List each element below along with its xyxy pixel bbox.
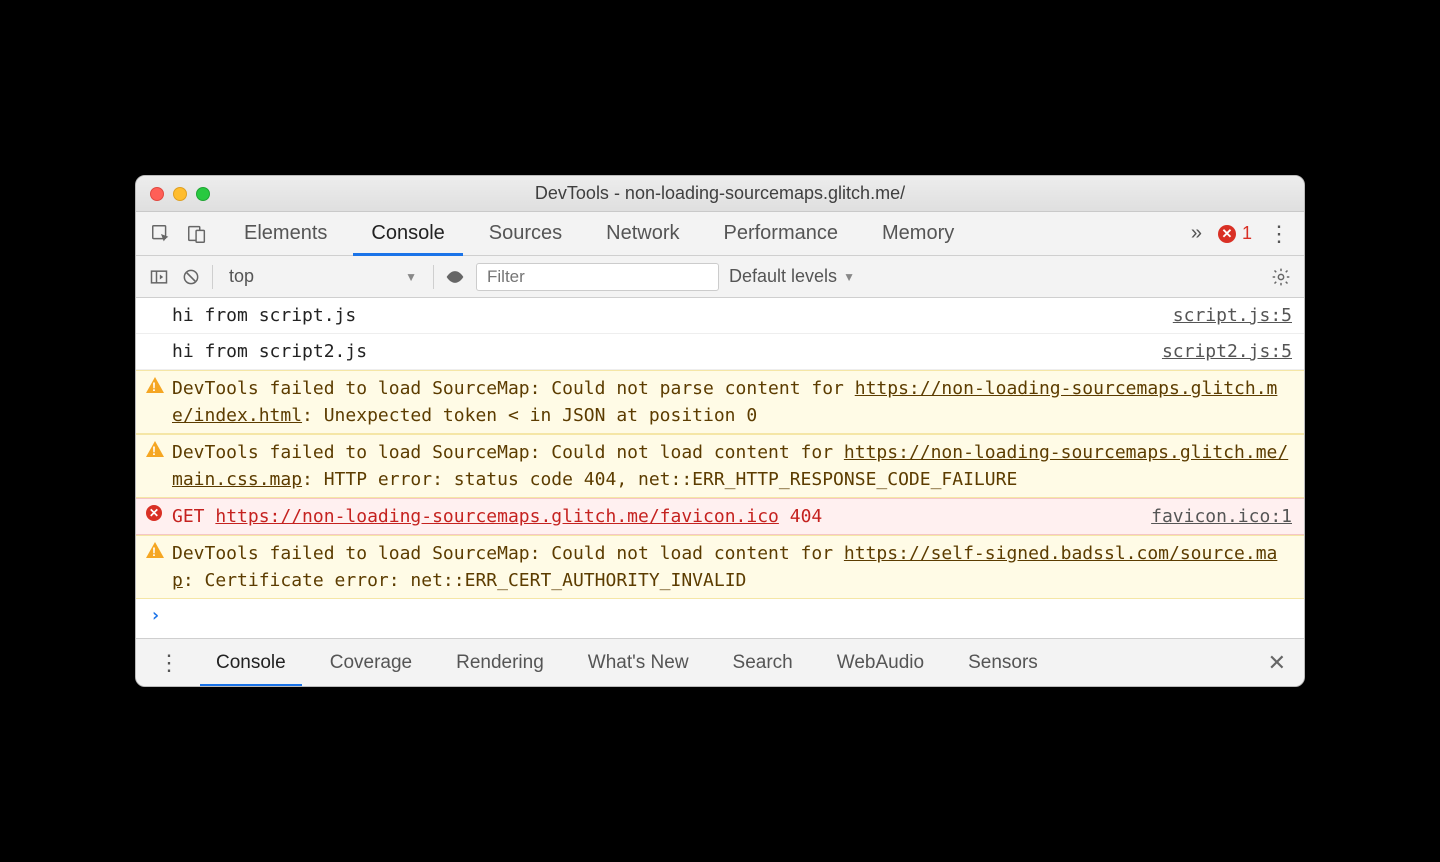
message-text: DevTools failed to load SourceMap: Could… xyxy=(172,540,1292,594)
warning-icon xyxy=(146,542,164,560)
message-text: DevTools failed to load SourceMap: Could… xyxy=(172,375,1292,429)
drawer-tab-bar: ⋮ ConsoleCoverageRenderingWhat's NewSear… xyxy=(136,638,1304,686)
filter-input[interactable] xyxy=(476,263,719,291)
close-window-button[interactable] xyxy=(150,187,164,201)
main-tab-bar: ElementsConsoleSourcesNetworkPerformance… xyxy=(136,212,1304,256)
status-code: 404 xyxy=(779,506,822,527)
chevron-down-icon: ▼ xyxy=(405,270,417,284)
tab-sources[interactable]: Sources xyxy=(467,212,584,255)
console-log-row: hi from script2.jsscript2.js:5 xyxy=(136,334,1304,370)
inspect-element-icon[interactable] xyxy=(150,223,172,245)
warning-icon xyxy=(146,377,164,395)
tab-performance[interactable]: Performance xyxy=(702,212,861,255)
message-text: DevTools failed to load SourceMap: Could… xyxy=(172,439,1292,493)
message-link[interactable]: https://non-loading-sourcemaps.glitch.me… xyxy=(172,378,1277,426)
live-expression-icon[interactable] xyxy=(444,266,466,288)
window-title: DevTools - non-loading-sourcemaps.glitch… xyxy=(136,183,1304,204)
drawer-tab-search[interactable]: Search xyxy=(711,639,815,686)
execution-context-select[interactable]: top ▼ xyxy=(223,266,423,287)
drawer-tab-console[interactable]: Console xyxy=(194,639,308,686)
console-err-row: ✕ GET https://non-loading-sourcemaps.glit… xyxy=(136,498,1304,535)
context-label: top xyxy=(229,266,254,287)
console-prompt[interactable]: › xyxy=(136,599,1304,632)
console-toolbar: top ▼ Default levels ▼ xyxy=(136,256,1304,298)
error-icon: ✕ xyxy=(146,505,164,523)
message-link[interactable]: https://self-signed.badssl.com/source.ma… xyxy=(172,543,1277,591)
error-icon: ✕ xyxy=(1218,225,1236,243)
error-count: 1 xyxy=(1242,223,1252,244)
drawer-tab-webaudio[interactable]: WebAudio xyxy=(815,639,946,686)
window-titlebar: DevTools - non-loading-sourcemaps.glitch… xyxy=(136,176,1304,212)
levels-label: Default levels xyxy=(729,266,837,287)
console-warn-row: DevTools failed to load SourceMap: Could… xyxy=(136,434,1304,498)
http-method: GET xyxy=(172,506,215,527)
clear-console-icon[interactable] xyxy=(180,266,202,288)
tabs-overflow-icon[interactable]: » xyxy=(1191,222,1202,245)
message-text: GET https://non-loading-sourcemaps.glitc… xyxy=(172,503,1131,530)
log-levels-select[interactable]: Default levels ▼ xyxy=(729,266,855,287)
tab-elements[interactable]: Elements xyxy=(222,212,349,255)
tab-console[interactable]: Console xyxy=(349,212,466,255)
drawer-tab-what-s-new[interactable]: What's New xyxy=(566,639,711,686)
message-link[interactable]: https://non-loading-sourcemaps.glitch.me… xyxy=(215,506,779,527)
drawer-tab-rendering[interactable]: Rendering xyxy=(434,639,566,686)
console-settings-icon[interactable] xyxy=(1270,266,1292,288)
source-link[interactable]: script2.js:5 xyxy=(1142,338,1292,365)
devtools-window: DevTools - non-loading-sourcemaps.glitch… xyxy=(135,175,1305,687)
divider xyxy=(212,265,213,289)
toggle-sidebar-icon[interactable] xyxy=(148,266,170,288)
error-count-badge[interactable]: ✕ 1 xyxy=(1218,223,1252,244)
console-warn-row: DevTools failed to load SourceMap: Could… xyxy=(136,370,1304,434)
traffic-lights xyxy=(150,187,210,201)
drawer-close-icon[interactable]: ✕ xyxy=(1262,650,1292,676)
zoom-window-button[interactable] xyxy=(196,187,210,201)
tab-memory[interactable]: Memory xyxy=(860,212,976,255)
drawer-tab-sensors[interactable]: Sensors xyxy=(946,639,1060,686)
source-link[interactable]: favicon.ico:1 xyxy=(1131,503,1292,530)
console-output: hi from script.jsscript.js:5hi from scri… xyxy=(136,298,1304,638)
warning-icon xyxy=(146,441,164,459)
more-options-icon[interactable]: ⋮ xyxy=(1268,223,1290,245)
device-toolbar-icon[interactable] xyxy=(186,223,208,245)
console-log-row: hi from script.jsscript.js:5 xyxy=(136,298,1304,334)
drawer-more-icon[interactable]: ⋮ xyxy=(148,652,190,674)
message-link[interactable]: https://non-loading-sourcemaps.glitch.me… xyxy=(172,442,1288,490)
tab-network[interactable]: Network xyxy=(584,212,701,255)
message-text: hi from script.js xyxy=(172,302,1153,329)
chevron-down-icon: ▼ xyxy=(843,270,855,284)
divider xyxy=(433,265,434,289)
source-link[interactable]: script.js:5 xyxy=(1153,302,1292,329)
message-text: hi from script2.js xyxy=(172,338,1142,365)
drawer-tab-coverage[interactable]: Coverage xyxy=(308,639,434,686)
console-warn-row: DevTools failed to load SourceMap: Could… xyxy=(136,535,1304,599)
minimize-window-button[interactable] xyxy=(173,187,187,201)
